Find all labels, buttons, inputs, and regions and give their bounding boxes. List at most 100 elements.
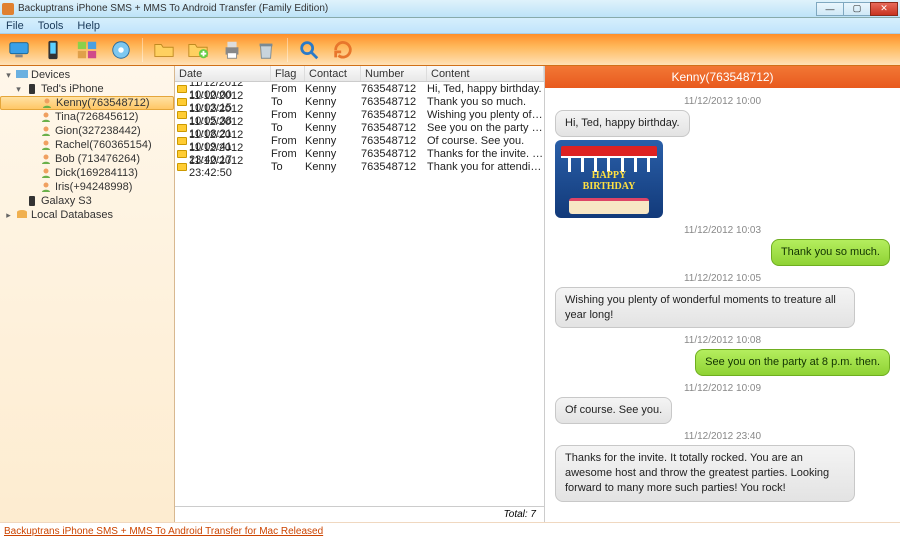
window-title: Backuptrans iPhone SMS + MMS To Android …	[18, 3, 817, 14]
toolbar-disc-icon[interactable]	[108, 38, 134, 62]
col-date[interactable]: Date	[175, 66, 271, 81]
cell-contact: Kenny	[305, 148, 361, 160]
menu-help[interactable]: Help	[77, 20, 100, 32]
message-timestamp: 11/12/2012 10:05	[555, 273, 890, 284]
toolbar-drives-icon[interactable]	[74, 38, 100, 62]
message-incoming[interactable]: Thanks for the invite. It totally rocked…	[555, 445, 855, 502]
tree-label: Devices	[31, 69, 70, 81]
cell-contact: Kenny	[305, 109, 361, 121]
person-icon	[40, 182, 52, 192]
tree-label: Gion(327238442)	[55, 125, 141, 137]
cell-contact: Kenny	[305, 96, 361, 108]
status-bar: Backuptrans iPhone SMS + MMS To Android …	[0, 522, 900, 540]
person-icon	[40, 140, 52, 150]
col-number[interactable]: Number	[361, 66, 427, 81]
total-count: Total: 7	[175, 506, 544, 522]
person-icon	[40, 112, 52, 122]
message-incoming[interactable]: Wishing you plenty of wonderful moments …	[555, 287, 855, 329]
message-timestamp: 11/12/2012 23:40	[555, 431, 890, 442]
title-bar: Backuptrans iPhone SMS + MMS To Android …	[0, 0, 900, 18]
tree-label: Galaxy S3	[41, 195, 92, 207]
tree-phone[interactable]: ▾Ted's iPhone	[0, 82, 174, 96]
mms-image[interactable]: HAPPYBIRTHDAY	[555, 140, 663, 218]
menu-bar: File Tools Help	[0, 18, 900, 34]
tree-label: Rachel(760365154)	[55, 139, 152, 151]
toolbar-separator	[142, 38, 143, 62]
person-icon	[41, 98, 53, 108]
tree-label: Tina(726845612)	[55, 111, 138, 123]
cell-flag: To	[271, 122, 305, 134]
message-incoming[interactable]: Of course. See you.	[555, 397, 672, 424]
cell-number: 763548712	[361, 83, 427, 95]
phone-icon	[26, 196, 38, 206]
message-incoming[interactable]: Hi, Ted, happy birthday.	[555, 110, 690, 137]
tree-contact[interactable]: Rachel(760365154)	[0, 138, 174, 152]
tree-contact[interactable]: Dick(169284113)	[0, 166, 174, 180]
phone-icon	[26, 84, 38, 94]
cell-flag: From	[271, 135, 305, 147]
col-contact[interactable]: Contact	[305, 66, 361, 81]
table-row[interactable]: 11/12/2012 23:42:50ToKenny763548712Thank…	[175, 160, 544, 173]
sms-icon	[175, 98, 189, 106]
col-content[interactable]: Content	[427, 66, 544, 81]
toolbar-phone-icon[interactable]	[40, 38, 66, 62]
sidebar: ▾Devices ▾Ted's iPhone Kenny(763548712) T…	[0, 66, 175, 522]
toolbar-folder-add-icon[interactable]	[185, 38, 211, 62]
toolbar-search-icon[interactable]	[296, 38, 322, 62]
database-icon	[16, 210, 28, 220]
cell-content: Hi, Ted, happy birthday.	[427, 83, 544, 95]
tree-label: Local Databases	[31, 209, 113, 221]
toolbar	[0, 34, 900, 66]
sms-icon	[175, 111, 189, 119]
tree-contact[interactable]: Bob (713476264)	[0, 152, 174, 166]
tree-label: Kenny(763548712)	[56, 97, 150, 109]
tree-contact[interactable]: Kenny(763548712)	[0, 96, 174, 110]
message-outgoing[interactable]: See you on the party at 8 p.m. then.	[695, 349, 890, 376]
sms-icon	[175, 150, 189, 158]
conversation-messages: 11/12/2012 10:00 Hi, Ted, happy birthday.…	[545, 88, 900, 522]
person-icon	[40, 126, 52, 136]
footer-link[interactable]: Backuptrans iPhone SMS + MMS To Android …	[4, 526, 323, 537]
cell-content: Thanks for the invite. It totally rocked…	[427, 148, 544, 160]
sms-icon	[175, 124, 189, 132]
sms-icon	[175, 137, 189, 145]
cell-flag: From	[271, 148, 305, 160]
cell-contact: Kenny	[305, 122, 361, 134]
app-icon	[2, 3, 14, 15]
tree-label: Bob (713476264)	[55, 153, 140, 165]
tree-contact[interactable]: Gion(327238442)	[0, 124, 174, 138]
toolbar-refresh-icon[interactable]	[330, 38, 356, 62]
tree-devices[interactable]: ▾Devices	[0, 68, 174, 82]
menu-file[interactable]: File	[6, 20, 24, 32]
person-icon	[40, 168, 52, 178]
toolbar-folder-open-icon[interactable]	[151, 38, 177, 62]
devices-icon	[16, 70, 28, 80]
tree-label: Dick(169284113)	[55, 167, 138, 179]
cell-contact: Kenny	[305, 161, 361, 173]
message-outgoing[interactable]: Thank you so much.	[771, 239, 890, 266]
cell-number: 763548712	[361, 122, 427, 134]
message-timestamp: 11/12/2012 10:09	[555, 383, 890, 394]
maximize-button[interactable]: ▢	[843, 2, 871, 16]
cell-content: Thank you for attending my birthday p...	[427, 161, 544, 173]
person-icon	[40, 154, 52, 164]
close-button[interactable]: ✕	[870, 2, 898, 16]
column-headers: Date Flag Contact Number Content	[175, 66, 544, 82]
tree-localdb[interactable]: ▸Local Databases	[0, 208, 174, 222]
tree-contact[interactable]: Iris(+94248998)	[0, 180, 174, 194]
menu-tools[interactable]: Tools	[38, 20, 64, 32]
toolbar-print-icon[interactable]	[219, 38, 245, 62]
message-timestamp: 11/12/2012 10:00	[555, 96, 890, 107]
sms-icon	[175, 163, 189, 171]
message-timestamp: 11/12/2012 10:03	[555, 225, 890, 236]
cell-number: 763548712	[361, 109, 427, 121]
tree-contact[interactable]: Tina(726845612)	[0, 110, 174, 124]
minimize-button[interactable]: —	[816, 2, 844, 16]
toolbar-monitor-icon[interactable]	[6, 38, 32, 62]
message-list-panel: Date Flag Contact Number Content 11/12/2…	[175, 66, 545, 522]
col-flag[interactable]: Flag	[271, 66, 305, 81]
cell-content: Thank you so much.	[427, 96, 544, 108]
tree-label: Ted's iPhone	[41, 83, 104, 95]
toolbar-trash-icon[interactable]	[253, 38, 279, 62]
tree-galaxy[interactable]: Galaxy S3	[0, 194, 174, 208]
